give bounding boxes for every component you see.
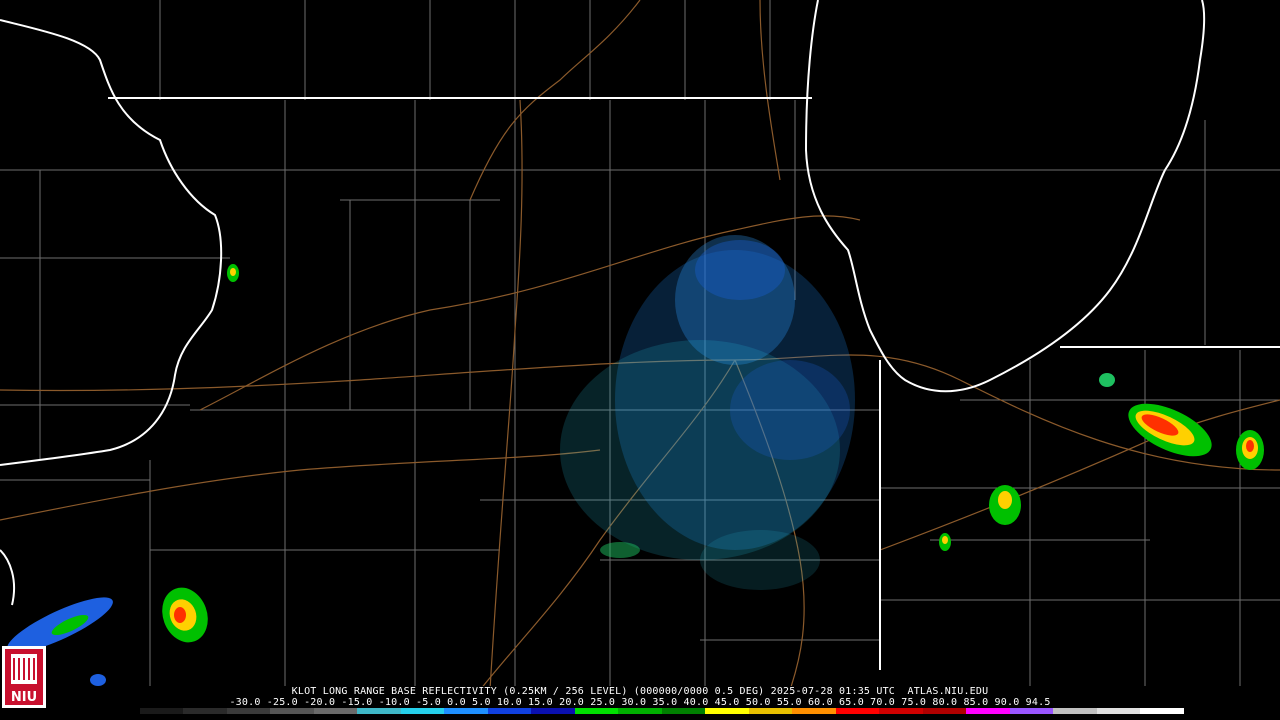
colorbar-swatch: [357, 708, 401, 714]
colorbar-swatch: [879, 708, 923, 714]
colorbar-swatch: [922, 708, 967, 714]
colorbar-swatch: [1096, 708, 1141, 714]
colorbar-swatch: [400, 708, 445, 714]
radar-map: [0, 0, 1280, 686]
colorbar-swatch: [313, 708, 358, 714]
colorbar-tick-labels: -30.0 -25.0 -20.0 -15.0 -10.0 -5.0 0.0 5…: [229, 697, 1051, 708]
product-title: KLOT LONG RANGE BASE REFLECTIVITY (0.25K…: [291, 686, 989, 697]
colorbar-swatch: [444, 708, 488, 714]
colorbar-swatch: [705, 708, 749, 714]
colorbar-swatch: [661, 708, 706, 714]
colorbar-swatch: [748, 708, 793, 714]
colorbar-swatch: [139, 708, 184, 714]
colorbar-swatch: [96, 708, 140, 714]
colorbar-swatch: [1053, 708, 1097, 714]
colorbar-swatch: [183, 708, 227, 714]
radar-map-view: NIU KLOT LONG RANGE BASE REFLECTIVITY (0…: [0, 0, 1280, 720]
colorbar-swatch: [574, 708, 619, 714]
colorbar-swatch: [618, 708, 662, 714]
radar-echoes: [560, 235, 855, 590]
colorbar-swatch: [966, 708, 1010, 714]
colorbar-swatch: [270, 708, 314, 714]
reflectivity-colorbar: [96, 708, 1184, 714]
colorbar-swatch: [835, 708, 880, 714]
colorbar-swatch: [792, 708, 836, 714]
colorbar-swatch: [531, 708, 575, 714]
lake-michigan-shore: [804, 0, 1206, 393]
colorbar-swatch: [1009, 708, 1054, 714]
colorbar-swatch: [487, 708, 532, 714]
colorbar-swatch: [1140, 708, 1184, 714]
colorbar-swatch: [226, 708, 271, 714]
